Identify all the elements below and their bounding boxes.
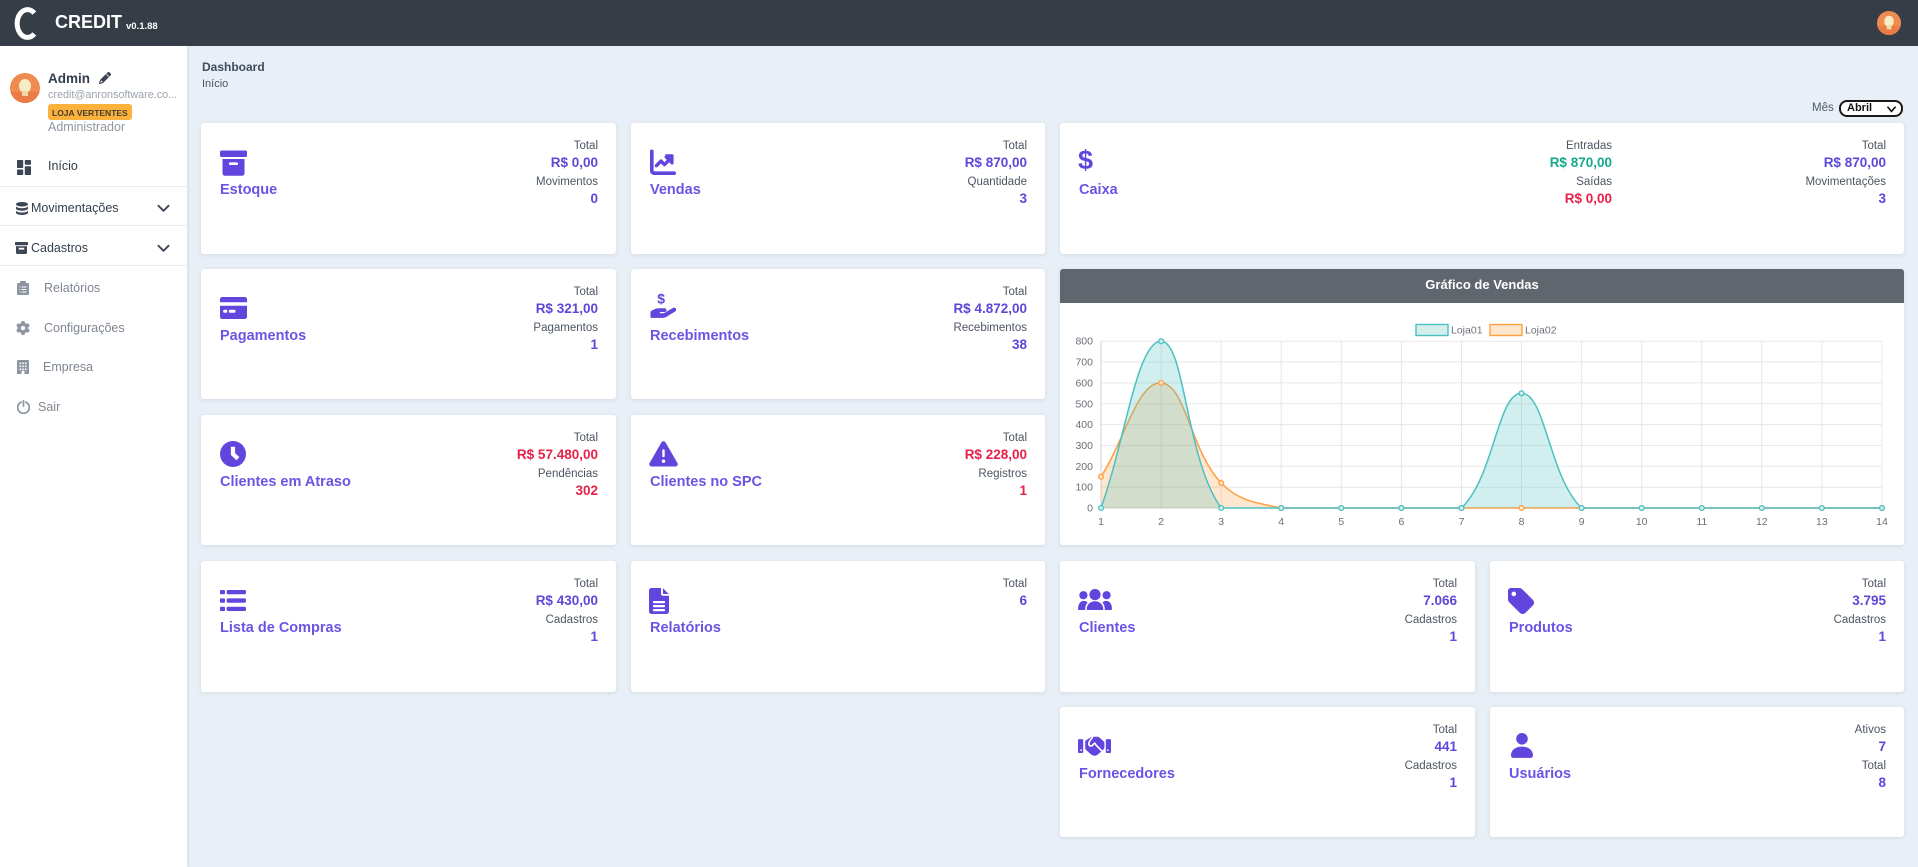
svg-text:0: 0 bbox=[1087, 503, 1093, 515]
svg-text:Loja01: Loja01 bbox=[1451, 325, 1483, 337]
svg-text:3: 3 bbox=[1218, 516, 1224, 528]
svg-text:8: 8 bbox=[1519, 516, 1525, 528]
svg-text:9: 9 bbox=[1579, 516, 1585, 528]
svg-text:14: 14 bbox=[1876, 516, 1888, 528]
svg-text:100: 100 bbox=[1075, 482, 1093, 494]
svg-text:11: 11 bbox=[1696, 516, 1707, 528]
svg-text:200: 200 bbox=[1075, 461, 1093, 473]
svg-text:13: 13 bbox=[1816, 516, 1828, 528]
svg-text:300: 300 bbox=[1075, 440, 1093, 452]
svg-text:4: 4 bbox=[1278, 516, 1284, 528]
svg-text:2: 2 bbox=[1158, 516, 1164, 528]
svg-text:400: 400 bbox=[1075, 419, 1093, 431]
svg-text:Loja02: Loja02 bbox=[1525, 325, 1557, 337]
svg-text:12: 12 bbox=[1756, 516, 1768, 528]
svg-text:700: 700 bbox=[1075, 357, 1093, 369]
svg-text:800: 800 bbox=[1075, 336, 1093, 348]
svg-text:10: 10 bbox=[1636, 516, 1648, 528]
svg-text:6: 6 bbox=[1398, 516, 1404, 528]
svg-text:500: 500 bbox=[1075, 398, 1093, 410]
svg-text:5: 5 bbox=[1338, 516, 1344, 528]
svg-text:1: 1 bbox=[1098, 516, 1104, 528]
svg-text:7: 7 bbox=[1459, 516, 1465, 528]
svg-text:600: 600 bbox=[1075, 377, 1093, 389]
svg-text:$: $ bbox=[657, 293, 665, 307]
